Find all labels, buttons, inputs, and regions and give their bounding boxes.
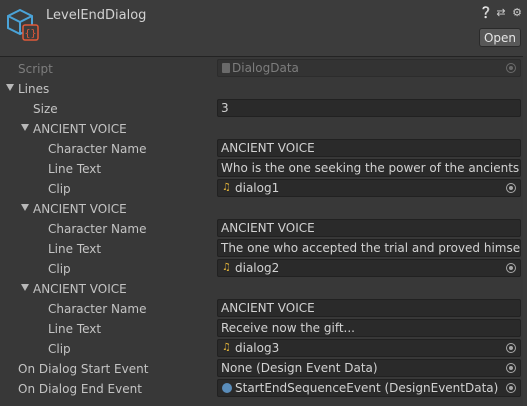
inspector-header: {} LevelEndDialog ❔ ⇄ ⚙ Open xyxy=(0,0,527,57)
line-text-field[interactable]: The one who accepted the trial and prove… xyxy=(217,239,521,257)
line-text-row: Line Text Who is the one seeking the pow… xyxy=(0,159,527,179)
asset-title: LevelEndDialog xyxy=(46,8,147,23)
vertical-scrollbar[interactable] xyxy=(523,56,527,406)
line-element-foldout[interactable]: ANCIENT VOICE xyxy=(0,279,527,299)
clip-row: Clip ♫ dialog1 xyxy=(0,179,527,199)
design-event-icon xyxy=(222,383,232,393)
character-name-row: Character Name ANCIENT VOICE xyxy=(0,139,527,159)
script-row: Script DialogData xyxy=(0,59,527,79)
script-file-icon xyxy=(222,63,230,73)
character-name-value: ANCIENT VOICE xyxy=(221,141,315,155)
clip-field[interactable]: ♫ dialog3 xyxy=(217,339,521,357)
character-name-label: Character Name xyxy=(48,142,147,156)
size-row: Size 3 xyxy=(0,99,527,119)
object-picker-icon xyxy=(506,63,516,73)
dialog-start-event-field[interactable]: None (Design Event Data) xyxy=(217,359,521,377)
character-name-field[interactable]: ANCIENT VOICE xyxy=(217,299,521,317)
character-name-label: Character Name xyxy=(48,222,147,236)
dialog-start-event-row: On Dialog Start Event None (Design Event… xyxy=(0,359,527,379)
script-field: DialogData xyxy=(217,59,521,77)
line-text-value: Who is the one seeking the power of the … xyxy=(221,161,521,175)
audio-clip-icon: ♫ xyxy=(222,182,231,193)
svg-text:{}: {} xyxy=(24,29,36,40)
audio-clip-icon: ♫ xyxy=(222,342,231,353)
size-value: 3 xyxy=(221,101,229,115)
line-text-value: Receive now the gift... xyxy=(221,321,355,335)
line-text-label: Line Text xyxy=(48,162,102,176)
clip-value: dialog3 xyxy=(235,341,280,355)
object-picker-icon[interactable] xyxy=(506,383,516,393)
lines-foldout[interactable]: Lines xyxy=(0,79,527,99)
line-text-field[interactable]: Receive now the gift... xyxy=(217,319,521,337)
gear-icon[interactable]: ⚙ xyxy=(511,7,523,19)
foldout-arrow-icon[interactable] xyxy=(21,124,29,131)
clip-value: dialog1 xyxy=(235,181,280,195)
script-label: Script xyxy=(18,62,53,76)
line-element-header: ANCIENT VOICE xyxy=(33,282,127,296)
dialog-end-event-row: On Dialog End Event StartEndSequenceEven… xyxy=(0,379,527,399)
foldout-arrow-icon[interactable] xyxy=(21,204,29,211)
character-name-field[interactable]: ANCIENT VOICE xyxy=(217,139,521,157)
script-value: DialogData xyxy=(232,61,299,75)
open-button[interactable]: Open xyxy=(479,28,521,47)
help-icon[interactable]: ❔ xyxy=(479,7,493,19)
clip-field[interactable]: ♫ dialog2 xyxy=(217,259,521,277)
line-text-value: The one who accepted the trial and prove… xyxy=(221,241,521,255)
size-label: Size xyxy=(33,102,58,116)
dialog-end-event-label: On Dialog End Event xyxy=(18,382,142,396)
line-text-label: Line Text xyxy=(48,242,102,256)
clip-label: Clip xyxy=(48,182,71,196)
scriptable-object-icon: {} xyxy=(7,8,39,41)
size-field[interactable]: 3 xyxy=(217,99,521,117)
foldout-arrow-icon[interactable] xyxy=(21,284,29,291)
line-text-row: Line Text The one who accepted the trial… xyxy=(0,239,527,259)
character-name-row: Character Name ANCIENT VOICE xyxy=(0,299,527,319)
clip-value: dialog2 xyxy=(235,261,280,275)
lines-label: Lines xyxy=(18,82,50,96)
object-picker-icon[interactable] xyxy=(506,183,516,193)
line-element-header: ANCIENT VOICE xyxy=(33,122,127,136)
character-name-label: Character Name xyxy=(48,302,147,316)
character-name-value: ANCIENT VOICE xyxy=(221,301,315,315)
object-picker-icon[interactable] xyxy=(506,363,516,373)
character-name-value: ANCIENT VOICE xyxy=(221,221,315,235)
dialog-end-event-field[interactable]: StartEndSequenceEvent (DesignEventData) xyxy=(217,379,521,397)
line-text-field[interactable]: Who is the one seeking the power of the … xyxy=(217,159,521,177)
line-text-label: Line Text xyxy=(48,322,102,336)
line-text-row: Line Text Receive now the gift... xyxy=(0,319,527,339)
object-picker-icon[interactable] xyxy=(506,263,516,273)
audio-clip-icon: ♫ xyxy=(222,262,231,273)
clip-label: Clip xyxy=(48,342,71,356)
dialog-start-event-label: On Dialog Start Event xyxy=(18,362,149,376)
line-element-foldout[interactable]: ANCIENT VOICE xyxy=(0,199,527,219)
character-name-field[interactable]: ANCIENT VOICE xyxy=(217,219,521,237)
dialog-start-event-value: None (Design Event Data) xyxy=(221,361,378,375)
character-name-row: Character Name ANCIENT VOICE xyxy=(0,219,527,239)
foldout-arrow-icon[interactable] xyxy=(6,84,14,91)
preset-icon[interactable]: ⇄ xyxy=(495,7,507,19)
clip-row: Clip ♫ dialog2 xyxy=(0,259,527,279)
clip-row: Clip ♫ dialog3 xyxy=(0,339,527,359)
line-element-header: ANCIENT VOICE xyxy=(33,202,127,216)
line-element-foldout[interactable]: ANCIENT VOICE xyxy=(0,119,527,139)
object-picker-icon[interactable] xyxy=(506,343,516,353)
clip-label: Clip xyxy=(48,262,71,276)
dialog-end-event-value: StartEndSequenceEvent (DesignEventData) xyxy=(235,381,499,395)
clip-field[interactable]: ♫ dialog1 xyxy=(217,179,521,197)
